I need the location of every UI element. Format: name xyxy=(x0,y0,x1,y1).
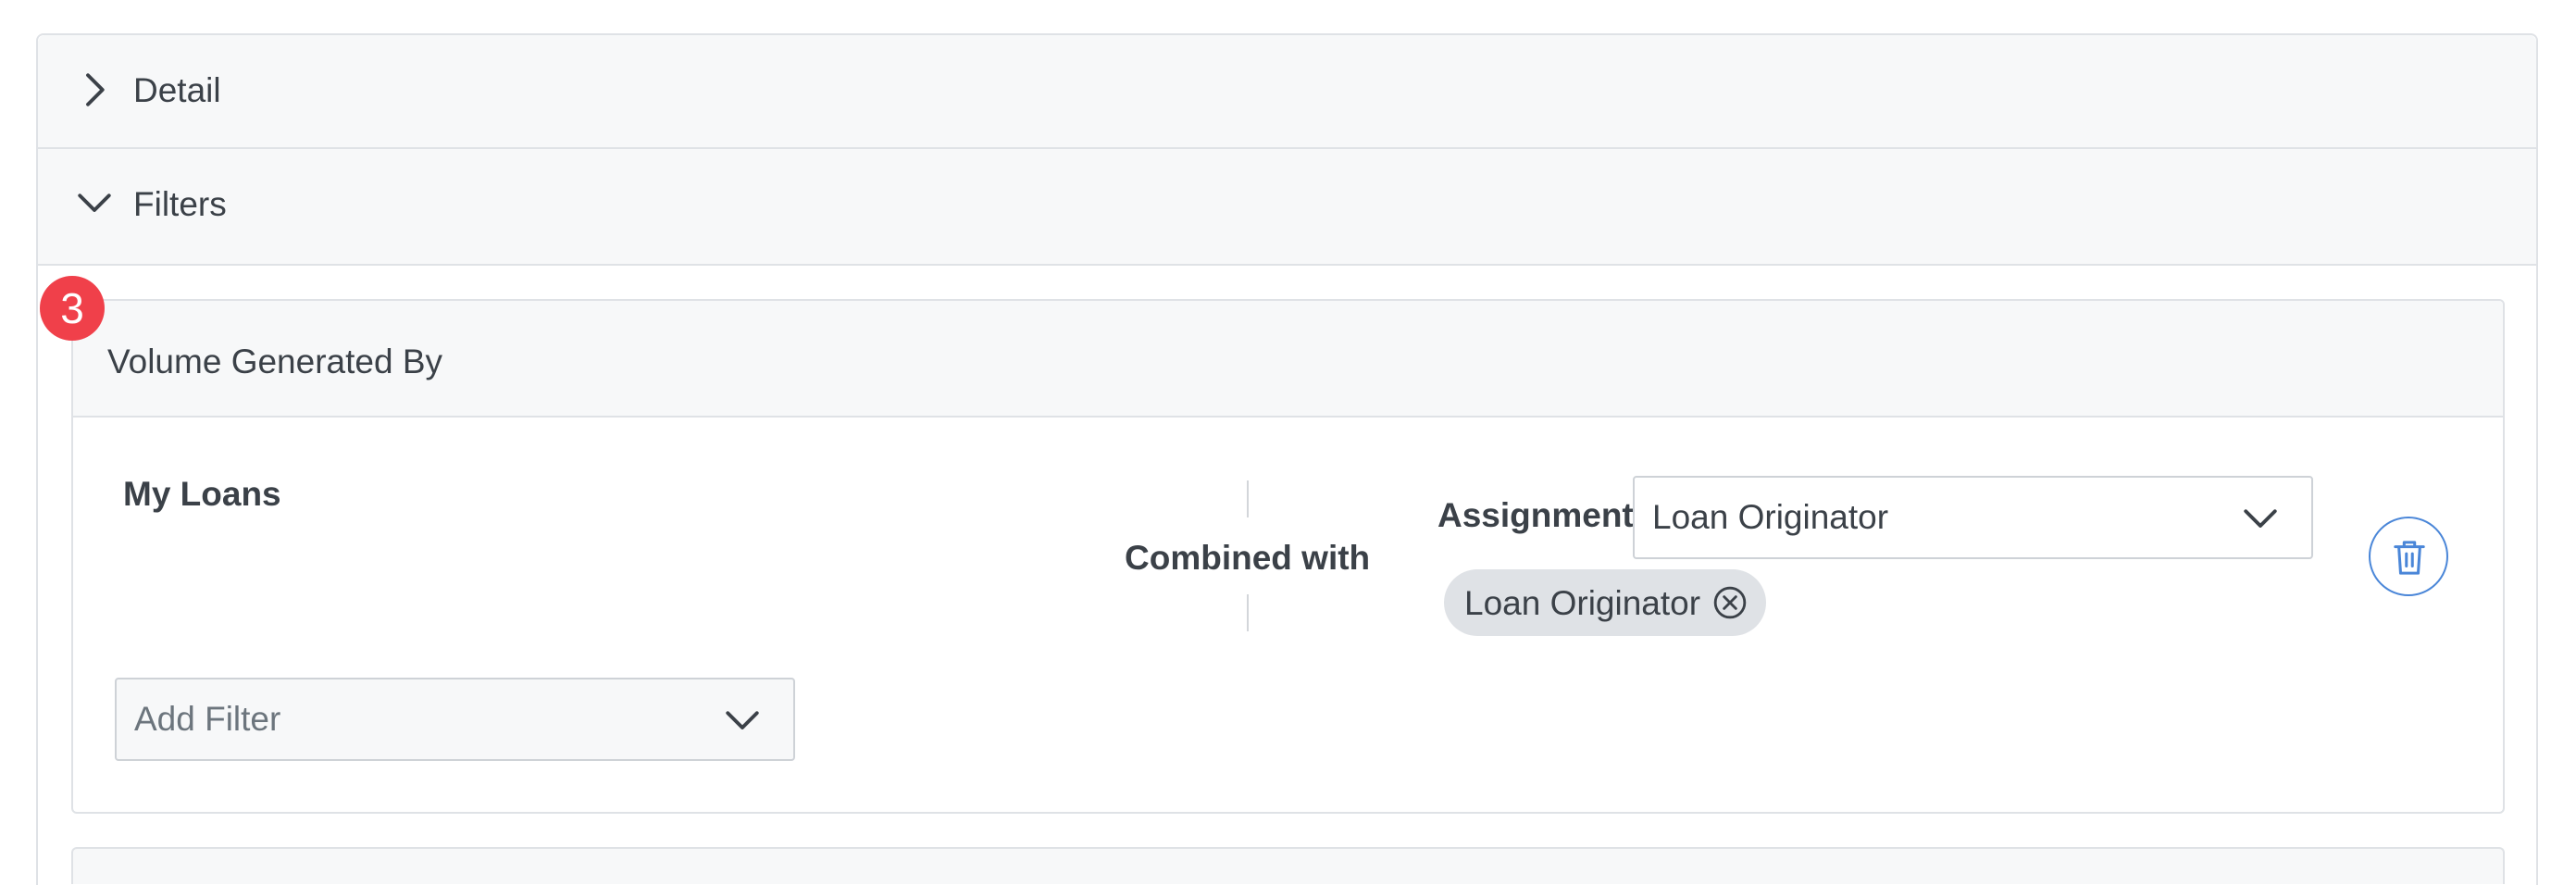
assignment-select-value: Loan Originator xyxy=(1652,498,1889,536)
divider xyxy=(1247,480,1249,517)
chevron-down-icon xyxy=(726,711,759,729)
combined-with-label: Combined with xyxy=(1125,539,1371,577)
accordion-filters-header[interactable]: Filters xyxy=(38,149,2536,266)
filter-card-header: Volume Generated By xyxy=(73,301,2503,418)
divider xyxy=(1247,594,1249,631)
chevron-down-icon xyxy=(78,193,111,212)
assignment-select[interactable]: Loan Originator xyxy=(1633,476,2313,559)
add-filter-select[interactable]: Add Filter xyxy=(115,678,795,761)
accordion-detail-header[interactable]: Detail xyxy=(38,35,2536,149)
assignment-tag: Loan Originator xyxy=(1444,569,1766,636)
step-badge: 3 xyxy=(40,276,105,341)
add-filter-placeholder: Add Filter xyxy=(134,700,281,738)
assignment-tag-label: Loan Originator xyxy=(1464,584,1701,622)
next-filter-card xyxy=(71,847,2505,884)
group-label: My Loans xyxy=(123,475,281,513)
delete-filter-button[interactable] xyxy=(2369,517,2448,596)
remove-tag-icon[interactable] xyxy=(1712,585,1748,620)
assignment-label: Assignment xyxy=(1437,496,1634,534)
accordion-detail-label: Detail xyxy=(133,71,221,109)
filter-card-title: Volume Generated By xyxy=(107,343,442,380)
accordion-filters-label: Filters xyxy=(133,185,227,223)
chevron-down-icon xyxy=(2244,509,2277,528)
chevron-right-icon xyxy=(86,73,105,106)
trash-icon xyxy=(2394,541,2425,575)
